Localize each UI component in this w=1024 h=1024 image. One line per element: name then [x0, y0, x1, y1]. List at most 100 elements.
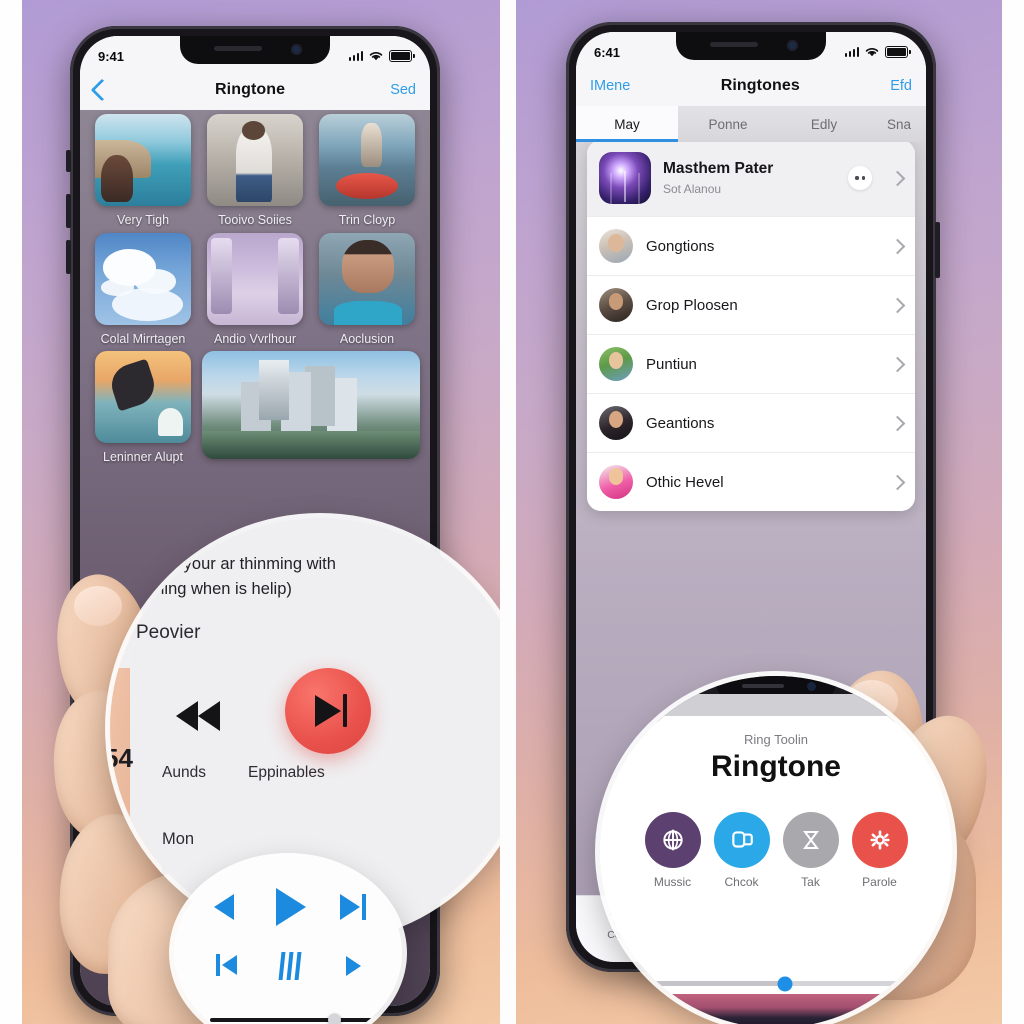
play-icon[interactable] — [276, 888, 306, 926]
chat-icon[interactable] — [713, 812, 770, 868]
send-button[interactable]: Sed — [390, 82, 416, 98]
left-nav-bar: Ringtone Sed — [80, 70, 430, 110]
sheet-eyebrow: Ring Toolin — [743, 732, 809, 747]
thumbnail[interactable] — [207, 114, 303, 206]
action-label: Parole — [862, 875, 897, 889]
gear-icon[interactable] — [851, 812, 908, 868]
tab-sna[interactable]: Sna — [870, 106, 926, 142]
hourglass-icon[interactable] — [782, 812, 839, 868]
featured-title: Masthem Pater — [663, 160, 774, 178]
list-item-label: Gongtions — [646, 237, 715, 255]
thumbnail[interactable] — [95, 351, 191, 444]
playback-slider[interactable] — [210, 1013, 378, 1024]
signal-bars-icon — [911, 691, 936, 701]
featured-row[interactable]: Masthem Pater Sot Alanou — [587, 140, 915, 216]
mute-switch[interactable] — [66, 150, 71, 172]
edit-button[interactable]: Efd — [890, 78, 912, 94]
power-button[interactable] — [935, 222, 940, 278]
grid-item-wide[interactable] — [202, 351, 420, 466]
category-tabs: May Ponne Edly Sna — [576, 106, 926, 142]
list-item[interactable]: Gongtions — [587, 216, 915, 275]
thumbnail[interactable] — [95, 114, 191, 206]
wifi-icon — [865, 47, 879, 57]
rewind-icon-2[interactable] — [198, 701, 220, 731]
tab-may[interactable]: May — [576, 106, 678, 142]
action-label: Tak — [801, 875, 820, 889]
skip-next-icon[interactable] — [340, 894, 366, 920]
featured-subtitle: Sot Alanou — [663, 181, 722, 196]
back-button[interactable]: IMene — [590, 78, 630, 94]
wallpaper-mountains — [600, 994, 952, 1024]
featured-text: Masthem Pater Sot Alanou — [663, 160, 836, 196]
screenshot-root: 9:41 Ringtone Sed Very Tigh Tooivo Soiie… — [0, 0, 1024, 1024]
rewind-start-icon[interactable] — [216, 954, 237, 976]
speaker-grille — [710, 42, 758, 47]
action-parole[interactable]: Parole — [851, 812, 908, 889]
list-item[interactable]: Othic Hevel — [587, 452, 915, 511]
list-item[interactable]: Geantions — [587, 393, 915, 452]
action-chcok[interactable]: Chcok — [713, 812, 770, 889]
rewind-icon[interactable] — [176, 701, 198, 731]
back-chevron-icon[interactable] — [90, 78, 114, 102]
magnified-partial-text: 4U5S — [140, 526, 181, 543]
featured-artwork — [599, 152, 651, 204]
cut-number: 54 — [110, 743, 133, 773]
slider-knob[interactable] — [777, 976, 793, 991]
volume-up-button[interactable] — [66, 194, 71, 228]
progress-slider[interactable] — [624, 976, 928, 991]
speaker-grille — [214, 46, 262, 51]
tab-label: May — [614, 116, 640, 132]
thumbnail-art-city — [202, 351, 420, 460]
action-tak[interactable]: Tak — [782, 812, 839, 889]
grid-item[interactable]: Tooivo Soiies — [202, 114, 308, 229]
grid-item-label: Tooivo Soiies — [218, 213, 292, 227]
grid-item[interactable]: Colal Mirrtagen — [90, 232, 196, 348]
grid-item-label: Leninner Alupt — [103, 450, 183, 465]
avatar — [599, 347, 633, 381]
thumbnail[interactable] — [207, 232, 303, 325]
list-item[interactable]: Puntiun — [587, 334, 915, 393]
tab-ponne[interactable]: Ponne — [678, 106, 778, 142]
grid-item-label: Very Tigh — [116, 213, 170, 227]
equalizer-icon[interactable] — [278, 952, 302, 980]
play-next-button[interactable] — [285, 668, 372, 754]
globe-icon[interactable] — [644, 812, 701, 868]
wifi-icon — [917, 704, 928, 713]
thumbnail[interactable] — [319, 114, 415, 206]
magnified-description: When your ar thinming with (riming when … — [136, 552, 500, 602]
list-item-label: Geantions — [646, 414, 715, 432]
front-camera-icon — [807, 682, 816, 691]
grid-item-label: Trin Cloyp — [338, 213, 396, 227]
avatar — [599, 465, 633, 499]
thumbnail[interactable] — [95, 232, 191, 325]
list-item-label: Othic Hevel — [646, 473, 724, 491]
thumbnail-art-surf — [95, 351, 191, 444]
tab-edly[interactable]: Edly — [778, 106, 870, 142]
slider-knob[interactable] — [328, 1013, 342, 1024]
grid-item[interactable]: Andio Vvrlhour — [202, 232, 308, 348]
chevron-right-icon — [889, 356, 906, 372]
action-label: Chcok — [724, 875, 759, 889]
thumbnail[interactable] — [319, 232, 415, 325]
list-item[interactable]: Grop Ploosen — [587, 275, 915, 334]
signal-bars-icon — [844, 47, 859, 57]
chat-glyph — [731, 831, 753, 848]
thumbnail[interactable] — [202, 351, 420, 460]
grid-item[interactable]: Aoclusion — [314, 232, 420, 348]
action-mussic[interactable]: Mussic — [644, 812, 701, 889]
volume-down-button[interactable] — [66, 240, 71, 274]
grid-item[interactable]: Leninner Alupt — [90, 351, 196, 466]
notch — [676, 32, 826, 60]
grid-item[interactable]: Very Tigh — [90, 114, 196, 229]
sheet-title: Ringtone — [711, 750, 841, 783]
grid-item[interactable]: Trin Cloyp — [314, 114, 420, 229]
wifi-icon — [369, 51, 383, 61]
list-item-label: Grop Ploosen — [646, 296, 738, 314]
cut-word: with — [110, 843, 131, 862]
thumbnail-art-clouds — [95, 232, 191, 325]
more-dots-icon[interactable] — [848, 166, 872, 190]
play-small-icon[interactable] — [346, 956, 361, 976]
status-indicators — [348, 50, 415, 62]
prev-triangle-icon[interactable] — [214, 894, 234, 920]
media-controls-panel — [174, 858, 402, 1024]
